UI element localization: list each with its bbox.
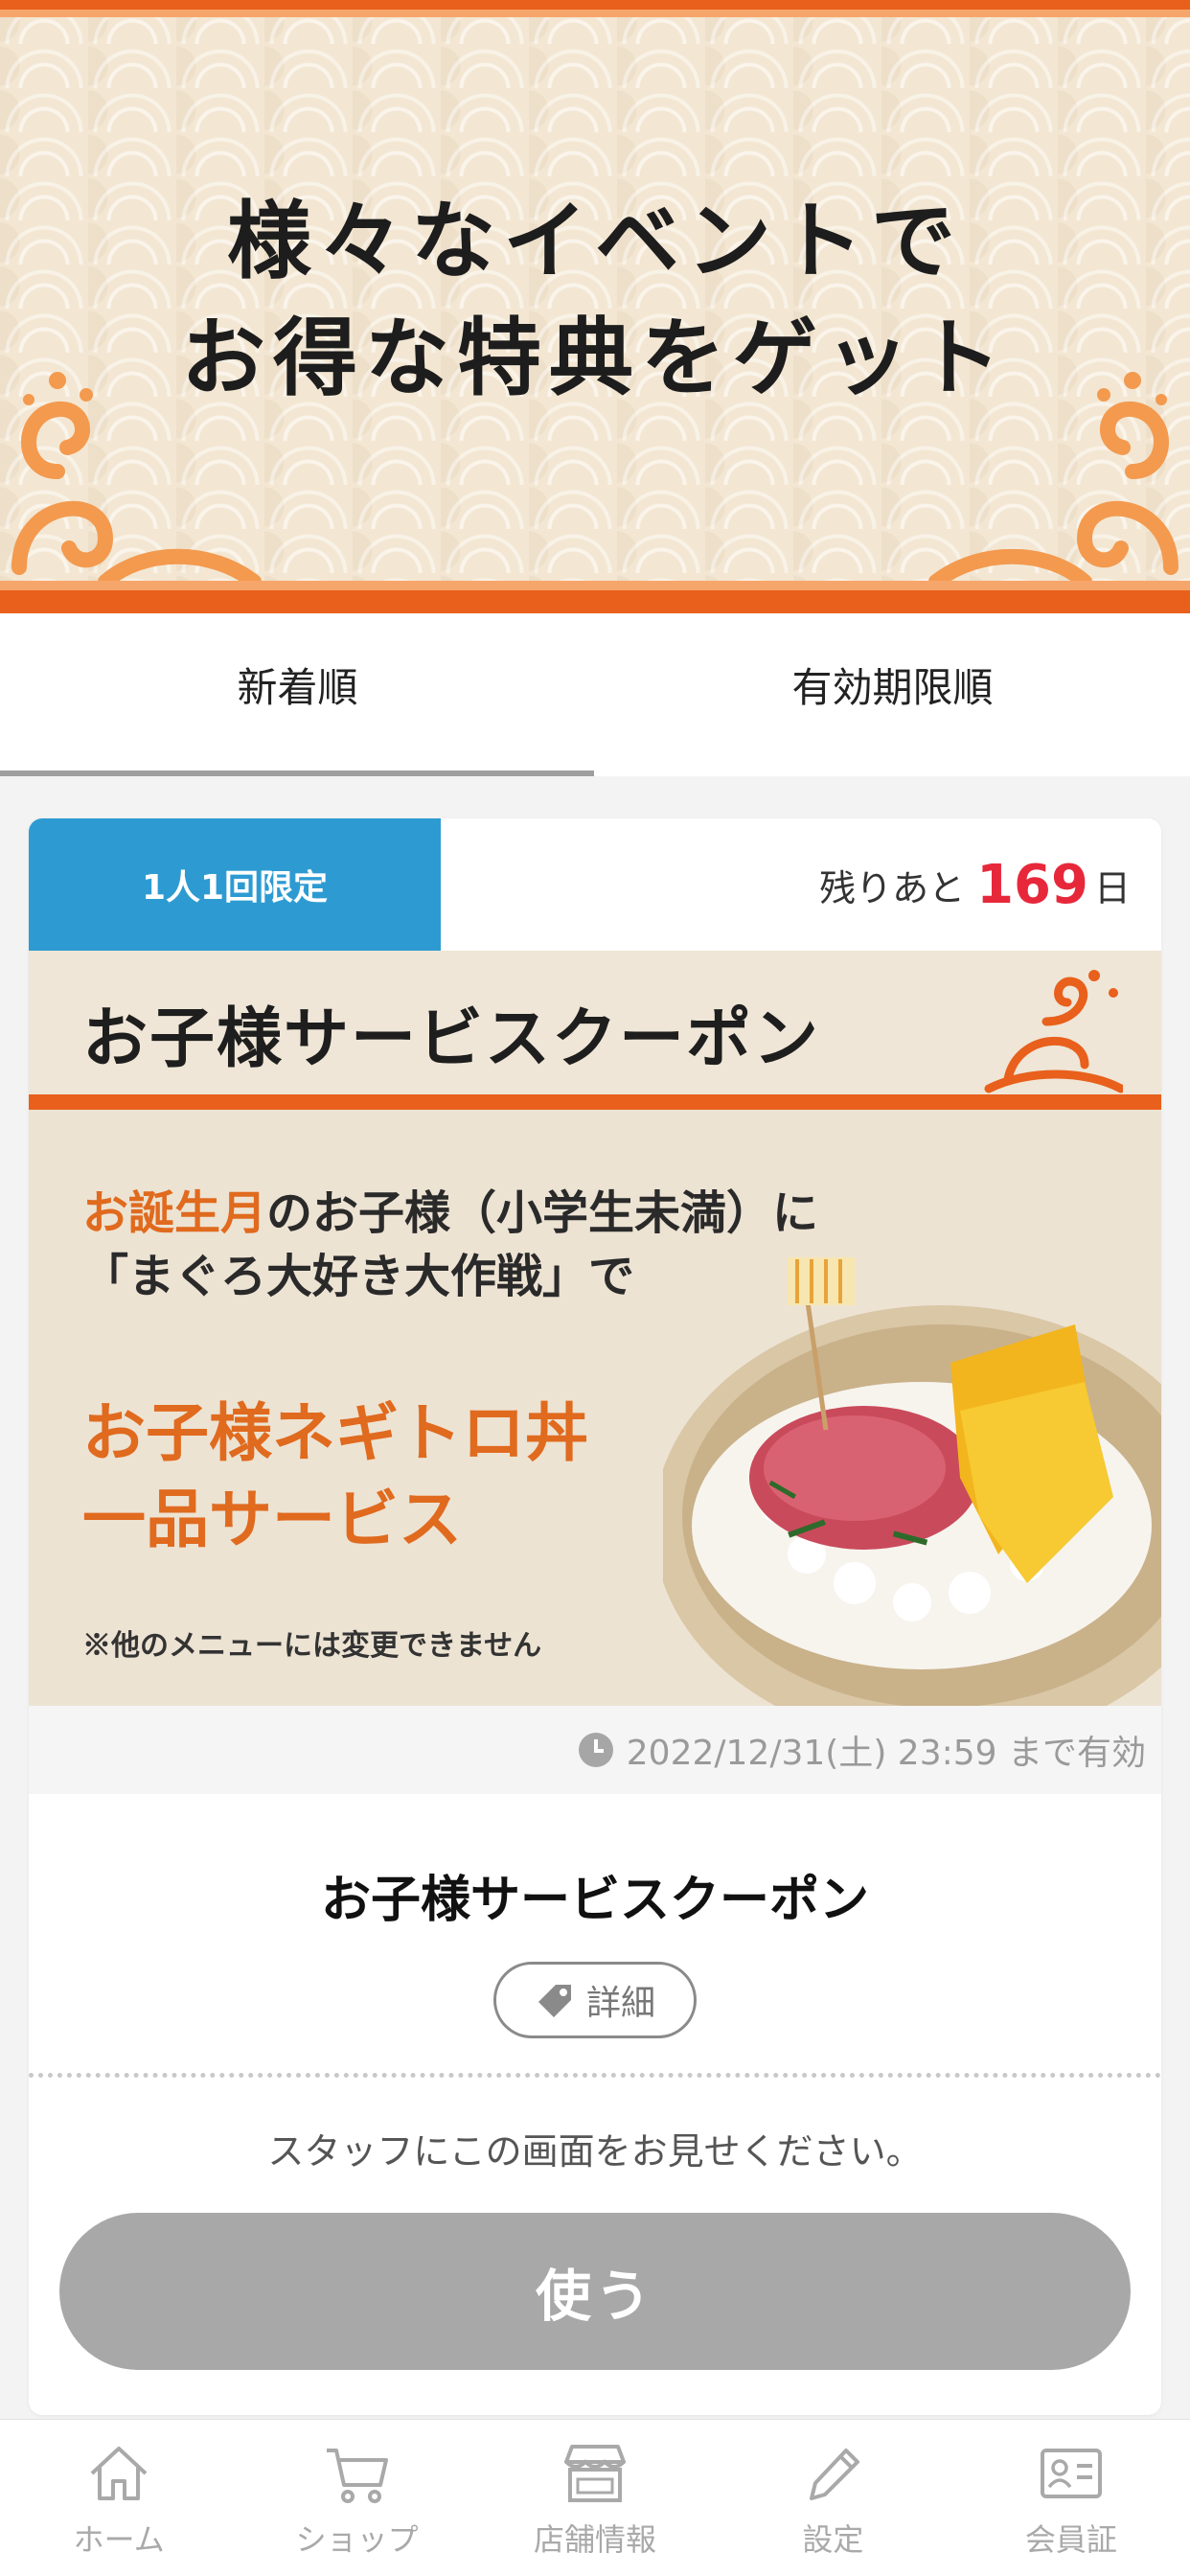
nav-label-member-card: 会員証 [1024, 2521, 1117, 2558]
sort-tabs: 新着順 有効期限順 [0, 613, 1190, 776]
coupon-image-highlight: お誕生月 [82, 1186, 267, 1240]
pencil-icon [810, 2449, 860, 2500]
tag-icon [538, 1985, 571, 2017]
limit-badge: 1人1回限定 [29, 818, 441, 951]
coupon-title: お子様サービスクーポン [320, 1872, 869, 1929]
remaining-suffix: 日 [1093, 866, 1131, 909]
coupon-card: 1人1回限定 残りあと 169 日 お子様サービスクーポン お誕生月のお子様（小… [29, 818, 1161, 2415]
negitoro-bowl-illustration [663, 1257, 1161, 1706]
use-coupon-button[interactable]: 使う [59, 2213, 1131, 2370]
event-banner: 様々なイベントで お得な特典をゲット [0, 0, 1190, 613]
home-icon [90, 2447, 148, 2500]
nav-label-settings: 設定 [802, 2521, 864, 2558]
clock-icon [578, 1733, 613, 1767]
remaining-prefix: 残りあと [819, 866, 966, 909]
nav-item-settings[interactable]: 設定 [714, 2420, 951, 2576]
banner-bottom-stripe [0, 581, 1190, 613]
tab-newest[interactable]: 新着順 [0, 613, 595, 776]
remaining-days: 残りあと 169 日 [819, 818, 1131, 951]
nav-item-shop[interactable]: ショップ [238, 2420, 475, 2576]
coupon-image-header: お子様サービスクーポン [29, 951, 1161, 1110]
coupon-image-title: お子様サービスクーポン [82, 1000, 821, 1077]
nav-item-store-info[interactable]: 店舗情報 [476, 2420, 714, 2576]
banner-title: 様々なイベントで お得な特典をゲット [0, 182, 1190, 416]
coupon-image-line-3: お子様ネギトロ丼 [82, 1395, 588, 1470]
banner-top-stripe [0, 0, 1190, 17]
nav-label-shop: ショップ [295, 2521, 419, 2558]
store-icon [564, 2445, 627, 2502]
dotted-divider [29, 2073, 1161, 2078]
coupon-image-note: ※他のメニューには変更できません [82, 1629, 542, 1663]
coupon-image-line-2: 「まぐろ大好き大作戦」で [82, 1250, 635, 1303]
wave-ornament-icon [984, 970, 1123, 1093]
coupon-image-line-1-rest: のお子様（小学生未満）に [266, 1186, 819, 1240]
nav-label-store-info: 店舗情報 [534, 2521, 657, 2558]
expiry-row: 2022/12/31(土) 23:59 まで有効 [29, 1706, 1161, 1794]
nav-label-home: ホーム [73, 2521, 165, 2558]
member-card-icon [1040, 2449, 1102, 2498]
cart-icon [326, 2449, 388, 2503]
banner-title-line-2: お得な特典をゲット [180, 308, 1009, 407]
remaining-days-count: 169 [976, 853, 1088, 916]
coupon-image: お子様サービスクーポン お誕生月のお子様（小学生未満）に 「まぐろ大好き大作戦」… [29, 951, 1161, 1706]
nav-item-member-card[interactable]: 会員証 [952, 2420, 1190, 2576]
tab-expiry[interactable]: 有効期限順 [595, 613, 1190, 776]
detail-button-label: 詳細 [585, 1984, 655, 2023]
staff-note: スタッフにこの画面をお見せください。 [267, 2130, 923, 2173]
bottom-nav: ホーム ショップ 店舗情報 設定 会員証 [0, 2419, 1190, 2576]
coupon-image-line-1: お誕生月のお子様（小学生未満）に [82, 1175, 818, 1242]
nav-item-home[interactable]: ホーム [0, 2420, 238, 2576]
expiry-text: 2022/12/31(土) 23:59 まで有効 [626, 1734, 1146, 1773]
coupon-image-line-4: 一品サービス [82, 1482, 462, 1556]
banner-title-line-1: 様々なイベントで [226, 191, 963, 290]
detail-button[interactable]: 詳細 [493, 1962, 697, 2038]
coupon-card-header: 1人1回限定 残りあと 169 日 [29, 818, 1161, 951]
